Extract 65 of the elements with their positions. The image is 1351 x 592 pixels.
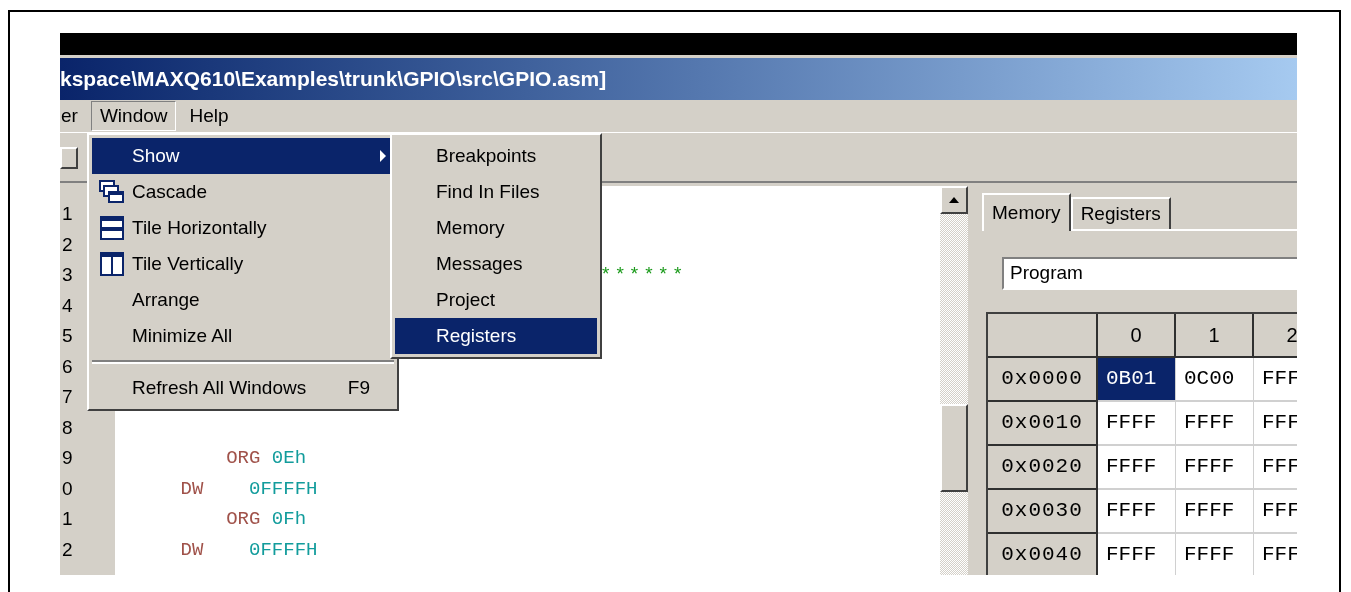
line-number: 1 bbox=[61, 202, 74, 226]
code-token: ORG bbox=[225, 507, 261, 532]
menu-item[interactable]: Tile Horizontally bbox=[92, 210, 394, 246]
panel-tab[interactable]: Memory bbox=[982, 193, 1071, 231]
line-number: 0 bbox=[61, 476, 74, 501]
memory-cell[interactable]: FFFF bbox=[1176, 402, 1254, 446]
tile-vertical-icon bbox=[100, 252, 124, 276]
menu-bar-item[interactable]: Window bbox=[90, 101, 177, 131]
code-token: 0FFFFH bbox=[248, 476, 318, 502]
shortcut-label: F9 bbox=[347, 375, 371, 400]
code-token: DW bbox=[179, 476, 204, 502]
panel-tab[interactable]: Registers bbox=[1070, 197, 1171, 229]
submenu-arrow-icon bbox=[380, 150, 386, 162]
memory-cell[interactable]: FFFF bbox=[1176, 490, 1254, 534]
submenu-item[interactable]: Find In Files bbox=[395, 174, 597, 210]
menu-item[interactable]: Arrange bbox=[92, 282, 394, 318]
memory-cell[interactable]: FFFF bbox=[1098, 446, 1176, 490]
tile-horizontal-icon bbox=[100, 216, 124, 240]
menu-item[interactable]: Tile Vertically bbox=[92, 246, 394, 282]
memory-cell[interactable]: FFFF bbox=[1098, 490, 1176, 534]
submenu-item[interactable]: Memory bbox=[395, 210, 597, 246]
code-comment: ****** bbox=[600, 263, 687, 288]
code-token: 0Eh bbox=[270, 446, 307, 471]
menu-item[interactable]: Cascade bbox=[92, 174, 394, 210]
menu-item[interactable]: Refresh All Windows F9 bbox=[92, 370, 394, 406]
up-arrow-icon bbox=[949, 197, 959, 203]
line-number: 9 bbox=[61, 446, 74, 470]
code-token: ORG bbox=[225, 446, 261, 471]
memory-cell[interactable]: 0C00 bbox=[1176, 358, 1254, 402]
code-token: 0FFFFH bbox=[248, 537, 318, 563]
line-number: 4 bbox=[61, 293, 74, 318]
memory-cell[interactable]: 0B01 bbox=[1098, 358, 1176, 402]
column-header: 0 bbox=[1098, 314, 1176, 358]
line-number: 3 bbox=[61, 263, 74, 287]
submenu-item[interactable]: Breakpoints bbox=[395, 138, 597, 174]
cascade-windows-icon bbox=[99, 180, 125, 204]
scrollbar-thumb[interactable] bbox=[940, 404, 968, 492]
line-number: 2 bbox=[61, 232, 74, 257]
menu-item[interactable]: Minimize All bbox=[92, 318, 394, 354]
row-address: 0x0030 bbox=[988, 490, 1098, 534]
menu-bar-item[interactable]: er bbox=[60, 101, 87, 131]
menu-bar-item[interactable]: Help bbox=[180, 101, 238, 131]
memory-cell[interactable]: FFFF bbox=[1098, 402, 1176, 446]
line-number: 1 bbox=[61, 507, 74, 531]
row-address: 0x0020 bbox=[988, 446, 1098, 490]
submenu-item[interactable]: Messages bbox=[395, 246, 597, 282]
memory-cell[interactable]: FFFF bbox=[1176, 446, 1254, 490]
scroll-up-button[interactable] bbox=[940, 186, 968, 214]
toolbar-button[interactable] bbox=[60, 147, 78, 169]
column-header: 1 bbox=[1176, 314, 1254, 358]
line-number: 7 bbox=[61, 385, 74, 409]
window-title: kspace\MAXQ610\Examples\trunk\GPIO\src\GPIO.asm] bbox=[60, 66, 607, 93]
row-address: 0x0010 bbox=[988, 402, 1098, 446]
memory-cell[interactable]: FFFF bbox=[1176, 534, 1254, 575]
submenu-item[interactable]: Registers bbox=[395, 318, 597, 354]
line-number: 8 bbox=[61, 415, 74, 440]
line-number: 6 bbox=[61, 354, 74, 379]
line-number: 2 bbox=[61, 537, 74, 562]
submenu-item[interactable]: Project bbox=[395, 282, 597, 318]
row-address: 0x0000 bbox=[988, 358, 1098, 402]
line-number: 5 bbox=[61, 324, 74, 348]
memory-type-combo[interactable]: Program bbox=[1002, 257, 1297, 290]
memory-cell[interactable]: FFFF bbox=[1098, 534, 1176, 575]
code-token: DW bbox=[179, 537, 204, 563]
code-token: 0Fh bbox=[270, 507, 307, 532]
